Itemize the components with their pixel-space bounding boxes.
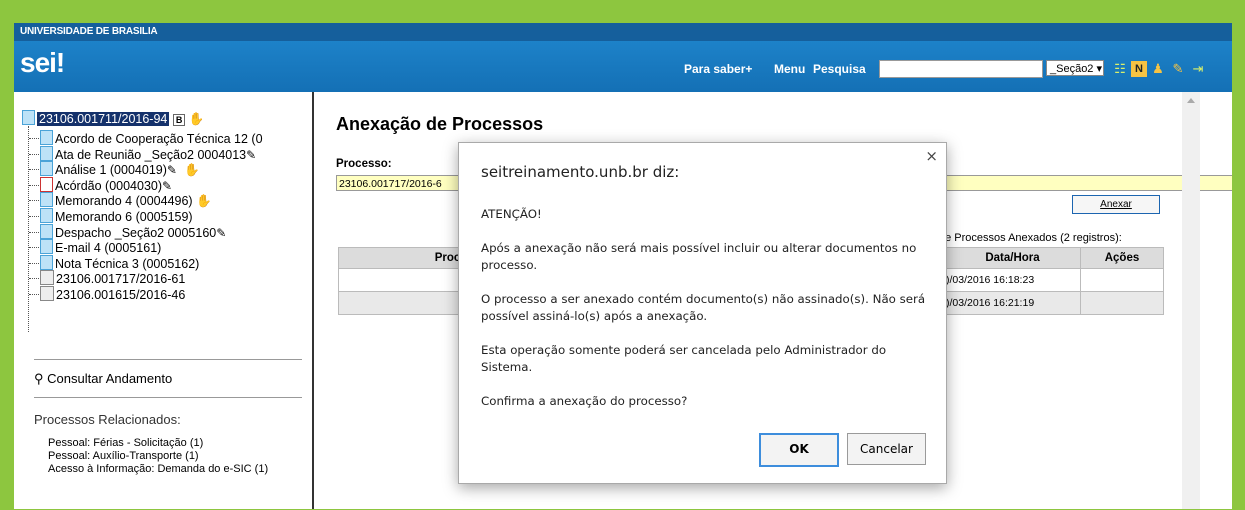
process-icon (22, 110, 35, 125)
tree-item[interactable]: 23106.001717/2016-61 (40, 270, 185, 286)
unit-select-value: _Seção2 (1050, 63, 1094, 75)
tree-item-label[interactable]: 23106.001615/2016-46 (56, 288, 185, 302)
tree-item[interactable]: Acordo de Cooperação Técnica 12 (0 (40, 130, 263, 146)
actions-cell[interactable] (1080, 268, 1164, 292)
dialog-message: ATENÇÃO! Após a anexação não será mais p… (481, 207, 926, 408)
grid-icon[interactable]: ☷ (1112, 61, 1128, 77)
user-icon[interactable]: ♟ (1150, 61, 1166, 77)
ok-button[interactable]: OK (759, 433, 839, 467)
tree-item-label[interactable]: Memorando 6 (0005159) (55, 210, 193, 224)
dialog-title: seitreinamento.unb.br diz: (481, 163, 680, 181)
tree-root[interactable]: 23106.001711/2016-94 B ✋ (22, 110, 204, 127)
menu-link[interactable]: Menu (774, 62, 805, 76)
consultar-label: Consultar Andamento (47, 371, 173, 386)
tree-item-label[interactable]: 23106.001717/2016-61 (56, 272, 185, 286)
document-icon (40, 239, 53, 255)
exit-icon[interactable]: ⇥ (1190, 61, 1206, 77)
signature-pencil-icon[interactable]: ✎ (246, 148, 260, 162)
related-item[interactable]: Pessoal: Férias - Solicitação (1) (48, 437, 203, 449)
process-icon (40, 286, 54, 301)
date-cell: )/03/2016 16:21:19 (944, 291, 1081, 315)
hand-icon[interactable]: ✋ (181, 163, 200, 177)
tree-item-label[interactable]: Ata de Reunião _Seção2 0004013 (55, 148, 246, 162)
process-icon (40, 270, 54, 286)
para-saber-link[interactable]: Para saber+ (684, 62, 752, 76)
table-caption: de Processos Anexados (2 registros): (939, 232, 1122, 244)
tree-item[interactable]: Acórdão (0004030) ✎ (40, 176, 176, 193)
signature-pencil-icon[interactable]: ✎ (162, 179, 176, 193)
tree-item-label[interactable]: Análise 1 (0004019) (55, 163, 167, 177)
signature-pencil-icon[interactable]: ✎ (216, 226, 230, 240)
magnifier-icon: ⚲ (34, 371, 44, 386)
col-header-date: Data/Hora (944, 247, 1081, 269)
org-bar: UNIVERSIDADE DE BRASILIA (14, 23, 1232, 41)
unit-select[interactable]: _Seção2 ▾ (1046, 60, 1104, 76)
tree-item[interactable]: Memorando 4 (0004496) ✋ (40, 192, 212, 209)
consultar-andamento-link[interactable]: ⚲ Consultar Andamento (34, 371, 172, 387)
scroll-up-icon[interactable] (1187, 98, 1195, 103)
document-icon (40, 192, 53, 208)
header: sei! Para saber+ Menu Pesquisa _Seção2 ▾… (14, 41, 1232, 92)
signature-pencil-icon[interactable]: ✎ (167, 163, 181, 177)
tree-item[interactable]: Análise 1 (0004019) ✎ ✋ (40, 161, 200, 178)
close-icon[interactable]: × (925, 147, 938, 165)
document-icon (40, 145, 53, 161)
tree-item-label[interactable]: Despacho _Seção2 0005160 (55, 226, 216, 240)
tree-item[interactable]: E-mail 4 (0005161) (40, 239, 161, 255)
tree-item-label[interactable]: Acórdão (0004030) (55, 179, 162, 193)
tree-item-label[interactable]: Acordo de Cooperação Técnica 12 (0 (55, 132, 263, 146)
document-icon (40, 223, 53, 239)
cancel-button[interactable]: Cancelar (847, 433, 926, 465)
process-label: Processo: (336, 158, 392, 170)
hand-icon[interactable]: ✋ (193, 194, 212, 208)
search-input[interactable] (879, 60, 1043, 78)
date-cell: )/03/2016 16:18:23 (944, 268, 1081, 292)
tree-item[interactable]: Despacho _Seção2 0005160 ✎ (40, 223, 230, 240)
document-icon (40, 161, 53, 177)
pdf-icon (40, 176, 53, 192)
root-process-number[interactable]: 23106.001711/2016-94 (37, 112, 170, 126)
related-item[interactable]: Pessoal: Auxílio-Transporte (1) (48, 450, 199, 462)
related-item[interactable]: Acesso à Informação: Demanda do e-SIC (1… (48, 463, 268, 475)
hand-icon[interactable]: ✋ (189, 112, 205, 126)
actions-cell[interactable] (1080, 291, 1164, 315)
document-icon (40, 254, 53, 270)
tree-item[interactable]: Ata de Reunião _Seção2 0004013 ✎ (40, 145, 260, 162)
tools-icon[interactable]: ✎ (1170, 61, 1186, 77)
pesquisa-link[interactable]: Pesquisa (813, 62, 866, 76)
tree-item-label[interactable]: E-mail 4 (0005161) (55, 241, 161, 255)
sei-logo[interactable]: sei! (20, 47, 65, 79)
tree-item[interactable]: Nota Técnica 3 (0005162) (40, 254, 199, 271)
tree-item-label[interactable]: Nota Técnica 3 (0005162) (55, 257, 199, 271)
vertical-scrollbar[interactable] (1182, 92, 1200, 509)
col-header-actions: Ações (1080, 247, 1164, 269)
notes-icon[interactable]: N (1131, 61, 1147, 77)
process-tree-pane: 23106.001711/2016-94 B ✋ Acordo de Coope… (14, 92, 314, 509)
block-badge[interactable]: B (172, 114, 186, 126)
anexar-button[interactable]: Anexar (1072, 195, 1160, 214)
tree-item[interactable]: 23106.001615/2016-46 (40, 286, 185, 302)
page-title: Anexação de Processos (336, 114, 544, 134)
document-icon (40, 208, 53, 223)
confirm-dialog: seitreinamento.unb.br diz: × ATENÇÃO! Ap… (458, 142, 947, 484)
related-heading: Processos Relacionados: (34, 412, 181, 427)
tree-item[interactable]: Memorando 6 (0005159) (40, 208, 193, 224)
tree-item-label[interactable]: Memorando 4 (0004496) (55, 194, 193, 208)
document-icon (40, 130, 53, 145)
